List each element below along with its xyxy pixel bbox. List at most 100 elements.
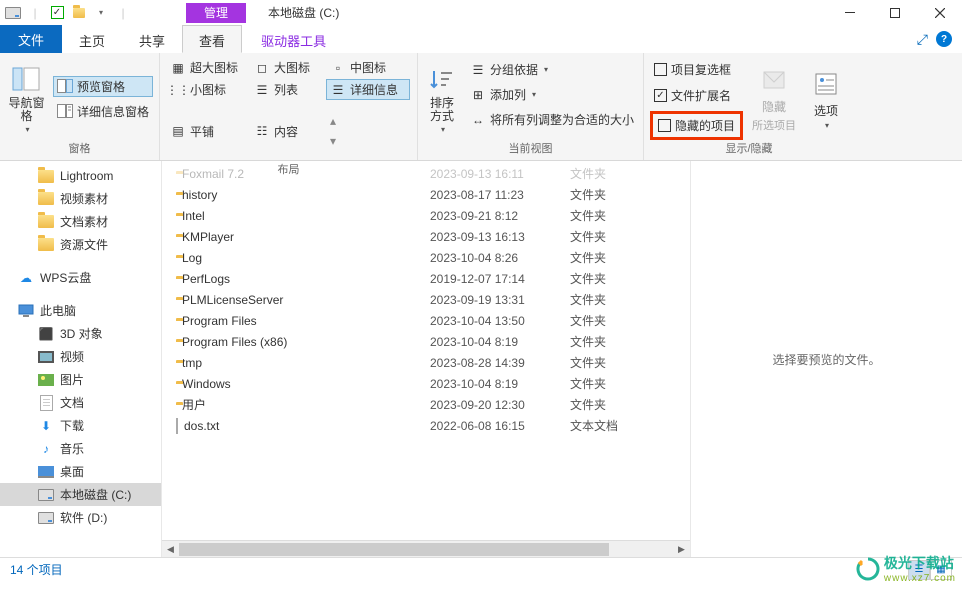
file-type: 文件夹 [570,207,660,224]
cloud-icon: ☁ [18,270,34,286]
more-views-scroll[interactable]: ▴▾ [326,101,340,161]
current-view-group-label: 当前视图 [424,140,637,158]
documents-icon [38,395,54,411]
group-by-icon: ☰ [470,62,486,78]
qat-dropdown-icon[interactable]: ▾ [92,4,110,22]
sidebar-item-resource-files[interactable]: 资源文件 [0,233,161,256]
chevron-down-icon: ▾ [441,125,445,134]
sidebar-item-documents[interactable]: 文档 [0,391,161,414]
sidebar-item-pictures[interactable]: 图片 [0,368,161,391]
group-by-button[interactable]: ☰ 分组依据 ▾ [466,59,638,80]
sidebar-item-desktop[interactable]: 桌面 [0,460,161,483]
sidebar-item-music[interactable]: ♪音乐 [0,437,161,460]
scroll-left-icon[interactable]: ◀ [162,541,179,558]
chevron-down-icon: ▾ [330,134,336,148]
horizontal-scrollbar[interactable]: ◀ ▶ [162,540,690,557]
help-icon[interactable]: ? [936,31,952,47]
add-columns-button[interactable]: ⊞ 添加列 ▾ [466,84,638,105]
file-row[interactable]: 用户2023-09-20 12:30文件夹 [162,394,690,415]
ribbon-collapse-icon[interactable]: ⤢ [917,31,928,48]
file-name: Program Files [182,314,257,328]
sidebar-item-videos[interactable]: 视频 [0,345,161,368]
options-button[interactable]: 选项 ▾ [805,57,847,140]
sidebar-item-3d-objects[interactable]: ⬛3D 对象 [0,322,161,345]
file-extensions-toggle[interactable]: 文件扩展名 [650,85,743,106]
details-pane-button[interactable]: 详细信息窗格 [53,101,153,122]
sidebar-item-video-material[interactable]: 视频素材 [0,187,161,210]
file-type: 文件夹 [570,312,660,329]
hide-icon [758,64,790,96]
content-view-button[interactable]: ☷内容 [250,101,326,161]
sidebar-item-doc-material[interactable]: 文档素材 [0,210,161,233]
file-list[interactable]: Foxmail 7.22023-09-13 16:11文件夹history202… [162,161,690,557]
small-icons-button[interactable]: ⋮⋮小图标 [166,79,250,100]
showhide-group-label: 显示/隐藏 [650,140,848,158]
view-tab[interactable]: 查看 [182,25,242,53]
status-bar: 14 个项目 ☰ ▦ [0,557,962,581]
hidden-items-toggle[interactable]: 隐藏的项目 [650,111,743,140]
file-row[interactable]: Windows2023-10-04 8:19文件夹 [162,373,690,394]
file-name: PerfLogs [182,272,230,286]
hide-selected-button[interactable]: 隐藏 所选项目 [749,57,799,140]
item-checkboxes-toggle[interactable]: 项目复选框 [650,59,743,80]
main-area: Lightroom 视频素材 文档素材 资源文件 ☁WPS云盘 此电脑 ⬛3D … [0,161,962,557]
home-tab[interactable]: 主页 [62,25,122,53]
watermark: 极光下载站 www.xz7.com [856,553,956,584]
extra-large-icons-button[interactable]: ▦超大图标 [166,57,250,78]
close-button[interactable] [917,0,962,25]
window-controls [827,0,962,25]
file-tab[interactable]: 文件 [0,25,62,53]
sidebar-item-this-pc[interactable]: 此电脑 [0,299,161,322]
qat-checkbox-icon[interactable] [48,4,66,22]
file-row[interactable]: tmp2023-08-28 14:39文件夹 [162,352,690,373]
small-icons-icon: ⋮⋮ [170,82,186,98]
nav-pane-button[interactable]: 导航窗格 ▾ [6,57,47,140]
sidebar-item-lightroom[interactable]: Lightroom [0,165,161,187]
tiles-view-button[interactable]: ▤平铺 [166,101,250,161]
navigation-sidebar[interactable]: Lightroom 视频素材 文档素材 资源文件 ☁WPS云盘 此电脑 ⬛3D … [0,161,162,557]
share-tab[interactable]: 共享 [122,25,182,53]
minimize-button[interactable] [827,0,872,25]
file-name: tmp [182,356,202,370]
preview-pane-label: 预览窗格 [77,78,125,95]
large-icons-icon: ◻ [254,60,270,76]
file-date: 2023-09-13 16:11 [430,167,570,181]
file-row[interactable]: Intel2023-09-21 8:12文件夹 [162,205,690,226]
nav-pane-icon [10,63,42,95]
sort-by-button[interactable]: 排序方式 ▾ [424,57,460,140]
extra-large-icons-icon: ▦ [170,60,186,76]
sidebar-item-software-d[interactable]: 软件 (D:) [0,506,161,529]
large-icons-button[interactable]: ◻大图标 [250,57,326,78]
file-type: 文件夹 [570,249,660,266]
maximize-button[interactable] [872,0,917,25]
file-date: 2023-09-19 13:31 [430,293,570,307]
size-all-columns-button[interactable]: ↔ 将所有列调整为合适的大小 [466,109,638,130]
file-date: 2022-06-08 16:15 [430,419,570,433]
medium-icons-icon: ▫ [330,60,346,76]
sort-by-icon [426,63,458,95]
drive-tools-tab[interactable]: 驱动器工具 [244,25,343,53]
scroll-right-icon[interactable]: ▶ [673,541,690,558]
file-date: 2023-10-04 8:19 [430,377,570,391]
file-row[interactable]: PLMLicenseServer2023-09-19 13:31文件夹 [162,289,690,310]
file-row[interactable]: PerfLogs2019-12-07 17:14文件夹 [162,268,690,289]
file-row[interactable]: history2023-08-17 11:23文件夹 [162,184,690,205]
file-row[interactable]: Foxmail 7.22023-09-13 16:11文件夹 [162,163,690,184]
file-row[interactable]: KMPlayer2023-09-13 16:13文件夹 [162,226,690,247]
file-type: 文件夹 [570,291,660,308]
file-row[interactable]: dos.txt2022-06-08 16:15文本文档 [162,415,690,436]
details-view-button[interactable]: ☰详细信息 [326,79,410,100]
file-row[interactable]: Program Files (x86)2023-10-04 8:19文件夹 [162,331,690,352]
list-view-button[interactable]: ☰列表 [250,79,326,100]
sidebar-item-wps-cloud[interactable]: ☁WPS云盘 [0,266,161,289]
sidebar-item-downloads[interactable]: ⬇下载 [0,414,161,437]
file-name: dos.txt [184,419,219,433]
medium-icons-button[interactable]: ▫中图标 [326,57,402,78]
preview-pane-button[interactable]: 预览窗格 [53,76,153,97]
file-row[interactable]: Log2023-10-04 8:26文件夹 [162,247,690,268]
sidebar-item-local-c[interactable]: 本地磁盘 (C:) [0,483,161,506]
file-row[interactable]: Program Files2023-10-04 13:50文件夹 [162,310,690,331]
size-columns-icon: ↔ [470,112,486,128]
file-name: Program Files (x86) [182,335,287,349]
scroll-thumb[interactable] [179,543,609,556]
